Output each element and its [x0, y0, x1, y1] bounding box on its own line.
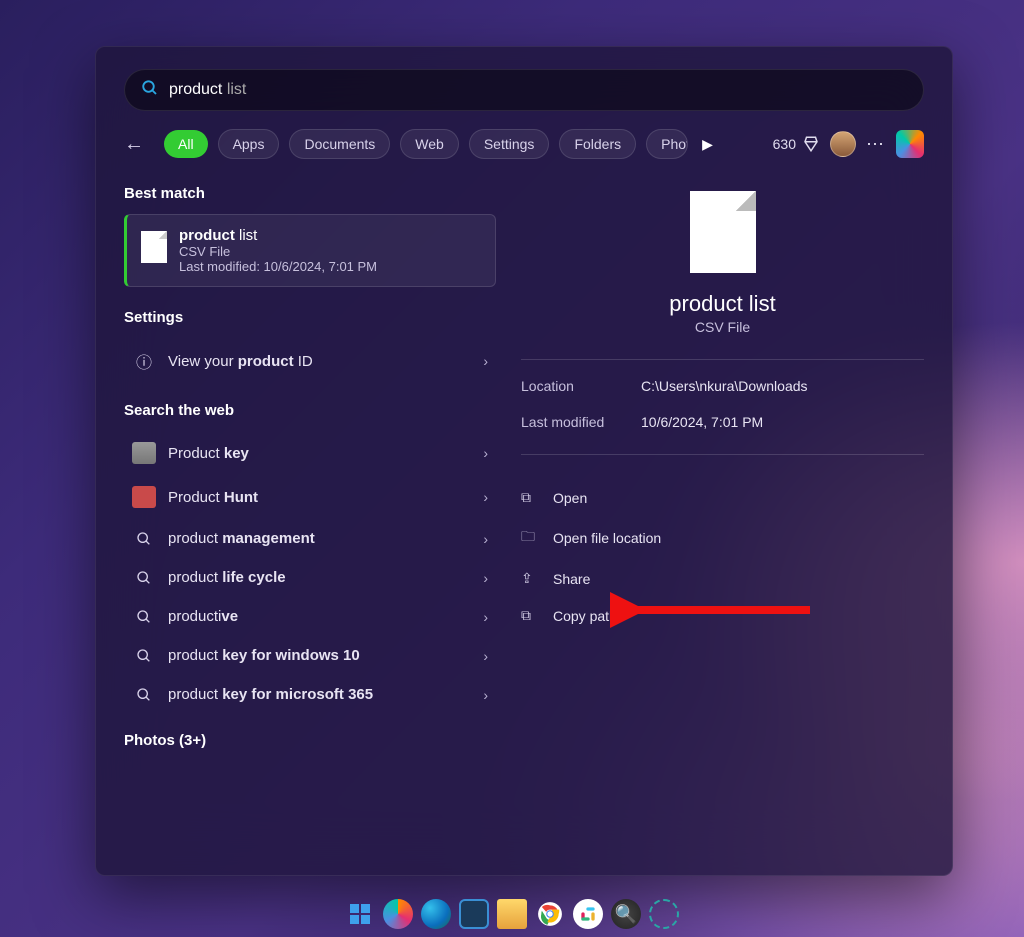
- open-file-location-action[interactable]: 🗀 Open file location: [521, 516, 924, 560]
- web-result-label: Product key: [168, 445, 249, 462]
- best-match-heading: Best match: [124, 185, 496, 202]
- web-result[interactable]: product management ›: [124, 519, 496, 558]
- web-result-label: product key for windows 10: [168, 647, 360, 664]
- windows-search-panel: product list ← All Apps Documents Web Se…: [95, 46, 953, 876]
- location-value: C:\Users\nkura\Downloads: [641, 378, 924, 394]
- chevron-right-icon: ›: [483, 609, 488, 625]
- chrome-icon[interactable]: [535, 899, 565, 929]
- web-result-label: productive: [168, 608, 238, 625]
- open-icon: ⧉: [521, 489, 539, 506]
- share-label: Share: [553, 571, 590, 587]
- filter-apps[interactable]: Apps: [218, 129, 280, 159]
- site-thumb-icon: [132, 442, 156, 464]
- more-button[interactable]: ⋯: [866, 134, 886, 155]
- chevron-right-icon: ›: [483, 648, 488, 664]
- web-result[interactable]: product key for microsoft 365 ›: [124, 675, 496, 714]
- chevron-right-icon: ›: [483, 489, 488, 505]
- rewards-points[interactable]: 630: [773, 135, 820, 153]
- filter-documents[interactable]: Documents: [289, 129, 390, 159]
- filter-bar: ← All Apps Documents Web Settings Folder…: [96, 129, 952, 179]
- share-icon: ⇪: [521, 570, 539, 587]
- filter-settings[interactable]: Settings: [469, 129, 550, 159]
- site-thumb-icon: [132, 486, 156, 508]
- best-match-result[interactable]: product list CSV File Last modified: 10/…: [124, 214, 496, 287]
- search-icon: [132, 687, 156, 703]
- settings-heading: Settings: [124, 309, 496, 326]
- copy-icon: ⧉: [521, 607, 539, 624]
- open-label: Open: [553, 490, 587, 506]
- copy-path-action[interactable]: ⧉ Copy path: [521, 597, 924, 634]
- modified-value: 10/6/2024, 7:01 PM: [641, 414, 924, 430]
- web-result[interactable]: product life cycle ›: [124, 558, 496, 597]
- preview-type: CSV File: [695, 319, 750, 335]
- search-icon: [132, 570, 156, 586]
- location-label: Location: [521, 378, 641, 394]
- copilot-icon[interactable]: [896, 130, 924, 158]
- web-result-label: Product Hunt: [168, 489, 258, 506]
- open-location-label: Open file location: [553, 530, 661, 546]
- slack-icon[interactable]: [573, 899, 603, 929]
- chevron-right-icon: ›: [483, 570, 488, 586]
- preview-metadata: Location C:\Users\nkura\Downloads Last m…: [521, 378, 924, 430]
- filter-photos[interactable]: Photos: [646, 129, 688, 159]
- filter-all[interactable]: All: [164, 130, 208, 158]
- start-button[interactable]: [345, 899, 375, 929]
- web-result-label: product management: [168, 530, 315, 547]
- info-icon: ⓘ: [132, 349, 156, 373]
- search-web-heading: Search the web: [124, 402, 496, 419]
- filter-web[interactable]: Web: [400, 129, 459, 159]
- web-result[interactable]: Product key ›: [124, 431, 496, 475]
- microsoft-store-icon[interactable]: [459, 899, 489, 929]
- copy-path-label: Copy path: [553, 608, 617, 624]
- open-action[interactable]: ⧉ Open: [521, 479, 924, 516]
- file-icon-large: [690, 191, 756, 273]
- search-icon: [132, 648, 156, 664]
- rewards-icon: [802, 135, 820, 153]
- share-action[interactable]: ⇪ Share: [521, 560, 924, 597]
- settings-result[interactable]: ⓘ View your product ID ›: [124, 338, 496, 384]
- web-result[interactable]: productive ›: [124, 597, 496, 636]
- scroll-right-button[interactable]: ▶: [702, 136, 713, 153]
- divider: [521, 359, 924, 360]
- chevron-right-icon: ›: [483, 531, 488, 547]
- results-list: Best match product list CSV File Last mo…: [124, 179, 496, 851]
- best-match-title: product list: [179, 227, 377, 244]
- edge-icon[interactable]: [421, 899, 451, 929]
- modified-label: Last modified: [521, 414, 641, 430]
- search-icon: [141, 79, 159, 102]
- copilot-taskbar-icon[interactable]: [383, 899, 413, 929]
- search-icon: [132, 609, 156, 625]
- chevron-right-icon: ›: [483, 353, 488, 369]
- file-explorer-icon[interactable]: [497, 899, 527, 929]
- app-icon[interactable]: [649, 899, 679, 929]
- photos-heading: Photos (3+): [124, 732, 496, 749]
- search-query: product list: [169, 81, 246, 99]
- search-input[interactable]: product list: [124, 69, 924, 111]
- search-icon: [132, 531, 156, 547]
- web-result[interactable]: product key for windows 10 ›: [124, 636, 496, 675]
- points-value: 630: [773, 136, 796, 152]
- filter-folders[interactable]: Folders: [559, 129, 636, 159]
- chevron-right-icon: ›: [483, 687, 488, 703]
- user-avatar[interactable]: [830, 131, 856, 157]
- preview-pane: product list CSV File Location C:\Users\…: [496, 179, 924, 851]
- file-icon: [141, 231, 167, 263]
- taskbar: 🔍: [0, 899, 1024, 929]
- search-taskbar-icon[interactable]: 🔍: [611, 899, 641, 929]
- folder-icon: 🗀: [521, 526, 539, 550]
- web-result-label: product life cycle: [168, 569, 286, 586]
- settings-result-label: View your product ID: [168, 353, 313, 370]
- web-result-label: product key for microsoft 365: [168, 686, 373, 703]
- best-match-type: CSV File: [179, 244, 377, 259]
- chevron-right-icon: ›: [483, 445, 488, 461]
- best-match-modified: Last modified: 10/6/2024, 7:01 PM: [179, 259, 377, 274]
- preview-title: product list: [669, 291, 775, 317]
- web-result[interactable]: Product Hunt ›: [124, 475, 496, 519]
- back-button[interactable]: ←: [124, 133, 154, 156]
- divider: [521, 454, 924, 455]
